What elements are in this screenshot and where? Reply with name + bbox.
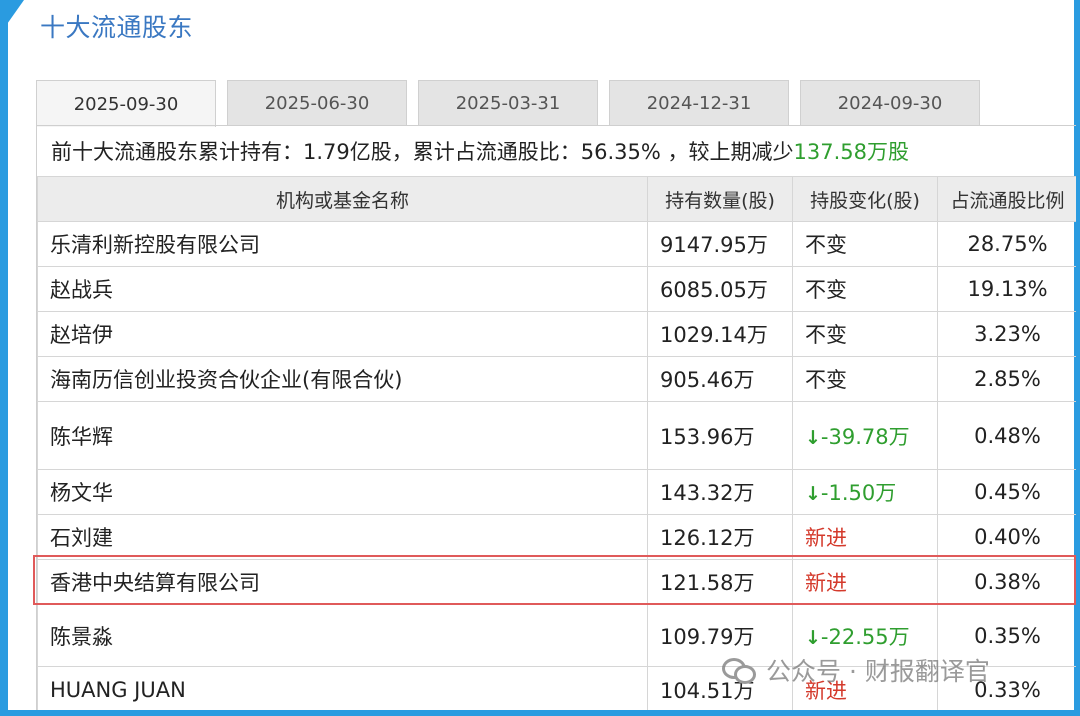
holding-change: 不变 [792, 356, 938, 402]
float-ratio: 19.13% [937, 266, 1076, 312]
holding-change: 不变 [792, 266, 938, 312]
tab-2025-09-30[interactable]: 2025-09-30 [36, 80, 216, 127]
watermark: 公众号 · 财报翻译官 [722, 652, 990, 688]
change-value: 不变 [805, 233, 847, 257]
wechat-icon [722, 656, 756, 684]
shareholder-name: 乐清利新控股有限公司 [37, 221, 648, 267]
shareholder-name: HUANG JUAN [37, 666, 648, 710]
float-ratio: 2.85% [937, 356, 1076, 402]
change-value: 新进 [805, 526, 847, 550]
table-row: 杨文华 143.32万 ↓-1.50万 0.45% [37, 469, 1076, 515]
shareholder-name: 香港中央结算有限公司 [37, 559, 648, 605]
table-row: 陈华辉 153.96万 ↓-39.78万 0.48% [37, 401, 1076, 470]
float-ratio: 0.40% [937, 514, 1076, 560]
holding-change: 新进 [792, 514, 938, 560]
change-value: -1.50万 [820, 481, 897, 505]
shareholder-name: 赵战兵 [37, 266, 648, 312]
table-row: 海南历信创业投资合伙企业(有限合伙) 905.46万 不变 2.85% [37, 356, 1076, 402]
holding-quantity: 905.46万 [647, 356, 793, 402]
holding-change: 不变 [792, 311, 938, 357]
table-row: 香港中央结算有限公司 121.58万 新进 0.38% [37, 559, 1076, 605]
shareholder-name: 陈景淼 [37, 604, 648, 667]
tab-2025-03-31[interactable]: 2025-03-31 [418, 80, 598, 126]
float-ratio: 3.23% [937, 311, 1076, 357]
holding-change: ↓-1.50万 [792, 469, 938, 515]
holding-change: ↓-39.78万 [792, 401, 938, 470]
header-change: 持股变化(股) [792, 176, 938, 222]
table-row: 赵培伊 1029.14万 不变 3.23% [37, 311, 1076, 357]
shareholder-name: 陈华辉 [37, 401, 648, 470]
down-arrow-icon: ↓ [805, 626, 821, 649]
down-arrow-icon: ↓ [805, 426, 821, 449]
shareholder-name: 石刘建 [37, 514, 648, 560]
summary-change: 137.58万股 [793, 140, 909, 164]
watermark-text: 公众号 · 财报翻译官 [766, 657, 990, 686]
change-value: -39.78万 [820, 424, 910, 449]
header-quantity: 持有数量(股) [647, 176, 793, 222]
change-value: 新进 [805, 571, 847, 595]
page-title: 十大流通股东 [40, 13, 194, 42]
change-value: 不变 [805, 278, 847, 302]
summary-line: 前十大流通股东累计持有：1.79亿股，累计占流通股比：56.35% ，较上期减少… [51, 136, 909, 166]
shareholder-name: 杨文华 [37, 469, 648, 515]
shareholder-name: 海南历信创业投资合伙企业(有限合伙) [37, 356, 648, 402]
down-arrow-icon: ↓ [805, 483, 821, 505]
float-ratio: 0.45% [937, 469, 1076, 515]
table-header-row: 机构或基金名称 持有数量(股) 持股变化(股) 占流通股比例 [37, 176, 1076, 222]
holding-quantity: 6085.05万 [647, 266, 793, 312]
holding-quantity: 126.12万 [647, 514, 793, 560]
float-ratio: 0.48% [937, 401, 1076, 470]
holding-quantity: 143.32万 [647, 469, 793, 515]
float-ratio: 28.75% [937, 221, 1076, 267]
tab-2025-06-30[interactable]: 2025-06-30 [227, 80, 407, 126]
holding-quantity: 9147.95万 [647, 221, 793, 267]
tab-2024-12-31[interactable]: 2024-12-31 [609, 80, 789, 126]
change-value: 不变 [805, 323, 847, 347]
header-ratio: 占流通股比例 [937, 176, 1076, 222]
holding-change: 不变 [792, 221, 938, 267]
holding-change: 新进 [792, 559, 938, 605]
shareholder-name: 赵培伊 [37, 311, 648, 357]
tab-2024-09-30[interactable]: 2024-09-30 [800, 80, 980, 126]
shareholders-panel: 前十大流通股东累计持有：1.79亿股，累计占流通股比：56.35% ，较上期减少… [36, 125, 1076, 710]
corner-decoration [0, 0, 24, 34]
change-value: 不变 [805, 368, 847, 392]
holding-quantity: 1029.14万 [647, 311, 793, 357]
summary-text: 前十大流通股东累计持有：1.79亿股，累计占流通股比：56.35% ，较上期减少 [51, 140, 794, 164]
header-name: 机构或基金名称 [37, 176, 648, 222]
change-value: -22.55万 [820, 624, 910, 649]
holding-quantity: 121.58万 [647, 559, 793, 605]
shareholders-table: 机构或基金名称 持有数量(股) 持股变化(股) 占流通股比例 乐清利新控股有限公… [37, 176, 1076, 710]
table-row: 石刘建 126.12万 新进 0.40% [37, 514, 1076, 560]
table-row: 赵战兵 6085.05万 不变 19.13% [37, 266, 1076, 312]
holding-quantity: 153.96万 [647, 401, 793, 470]
table-row: 乐清利新控股有限公司 9147.95万 不变 28.75% [37, 221, 1076, 267]
float-ratio: 0.38% [937, 559, 1076, 605]
